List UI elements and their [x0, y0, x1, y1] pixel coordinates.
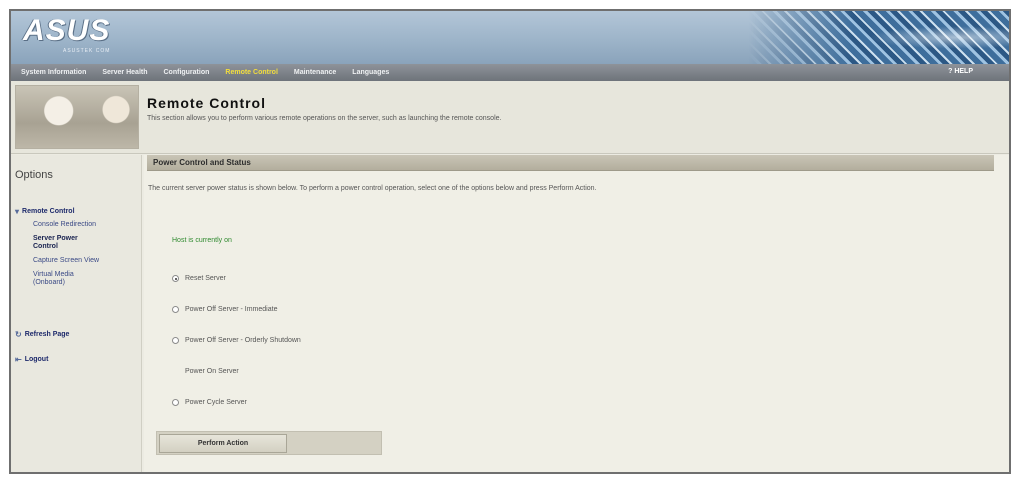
option-power-off-immediate[interactable]: Power Off Server - Immediate — [172, 306, 277, 313]
sidebar-item-logout[interactable]: ⇤ Logout — [15, 355, 48, 364]
chevron-down-icon: ▾ — [15, 207, 20, 216]
logo-subtitle: ASUSTEK COM — [63, 48, 111, 54]
option-label: Power On Server — [185, 368, 239, 375]
sidebar-item-label: Logout — [24, 356, 49, 363]
page-description: This section allows you to perform vario… — [147, 115, 502, 122]
option-power-on-server[interactable]: Power On Server — [172, 368, 239, 375]
tab-configuration[interactable]: Configuration — [164, 69, 210, 76]
main-panel: Power Control and Status The current ser… — [144, 155, 1009, 472]
section-title: Power Control and Status — [153, 158, 251, 167]
power-status: Host is currently on — [172, 237, 232, 244]
intro-text: The current server power status is shown… — [148, 185, 597, 192]
sidebar-item-label: Remote Control — [22, 208, 75, 215]
tab-languages[interactable]: Languages — [352, 69, 389, 76]
logo-text: ASUS — [23, 14, 111, 47]
top-nav: System Information Server Health Configu… — [11, 64, 1009, 81]
header-photo — [15, 85, 139, 149]
sidebar-item-remote-control[interactable]: ▾ Remote Control — [15, 207, 75, 216]
sidebar-item-virtual-media[interactable]: Virtual Media — [33, 271, 74, 278]
logout-icon: ⇤ — [15, 355, 22, 364]
tab-system-information[interactable]: System Information — [21, 69, 86, 76]
option-label: Power Cycle Server — [185, 399, 247, 406]
title-strip: Remote Control This section allows you t… — [11, 81, 1009, 154]
radio-button[interactable] — [172, 399, 179, 406]
asus-logo: ASUS ASUSTEK COM — [11, 11, 161, 64]
sidebar-title: Options — [15, 169, 53, 181]
sidebar-item-virtual-media-onboard[interactable]: (Onboard) — [33, 279, 65, 286]
header-banner: ASUS ASUSTEK COM — [11, 11, 1009, 64]
tab-server-health[interactable]: Server Health — [102, 69, 147, 76]
option-reset-server[interactable]: Reset Server — [172, 275, 226, 282]
page-title: Remote Control — [147, 95, 266, 111]
option-label: Reset Server — [185, 275, 226, 282]
header-decoration — [749, 11, 1009, 64]
sidebar-item-server-power[interactable]: Server Power — [33, 235, 78, 242]
option-label: Power Off Server - Immediate — [185, 306, 278, 313]
sidebar-item-refresh-page[interactable]: ↻ Refresh Page — [15, 330, 69, 339]
option-power-off-orderly[interactable]: Power Off Server - Orderly Shutdown — [172, 337, 301, 344]
sidebar-item-server-power-control[interactable]: Control — [33, 243, 58, 250]
sidebar: Options ▾ Remote Control Console Redirec… — [11, 155, 142, 472]
help-link[interactable]: ? HELP — [948, 68, 973, 75]
sidebar-item-console-redirection[interactable]: Console Redirection — [33, 221, 96, 228]
browser-frame: ASUS ASUSTEK COM System Information Serv… — [9, 9, 1011, 474]
sidebar-item-capture-screen[interactable]: Capture Screen View — [33, 257, 99, 264]
radio-button[interactable] — [172, 306, 179, 313]
option-power-cycle-server[interactable]: Power Cycle Server — [172, 399, 247, 406]
radio-button[interactable] — [172, 275, 179, 282]
tab-remote-control[interactable]: Remote Control — [225, 69, 278, 76]
section-header: Power Control and Status — [147, 155, 994, 171]
tab-maintenance[interactable]: Maintenance — [294, 69, 336, 76]
refresh-icon: ↻ — [15, 330, 22, 339]
perform-action-button[interactable]: Perform Action — [159, 434, 287, 453]
action-bar: Perform Action — [156, 431, 382, 455]
sidebar-item-label: Refresh Page — [24, 331, 70, 338]
option-label: Power Off Server - Orderly Shutdown — [185, 337, 301, 344]
radio-button[interactable] — [172, 337, 179, 344]
